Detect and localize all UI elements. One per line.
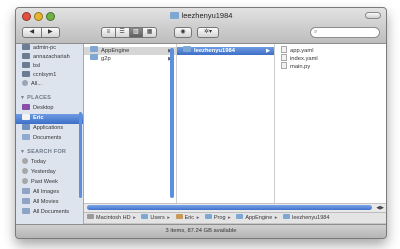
path-bar: Macintosh HD ▸ Users ▸ Eric ▸ Prog ▸ App…: [84, 212, 386, 223]
file-icon: [281, 62, 287, 69]
sidebar: admin-pc annazachariah bsl ccnlsym1 All.…: [16, 44, 84, 226]
path-item-appengine[interactable]: AppEngine: [233, 213, 272, 223]
column-browser: AppEngine▶ g2p▶ leezhenyu1984▶ app.yaml …: [84, 44, 386, 203]
column-appengine: leezhenyu1984 ▶: [177, 44, 275, 203]
action-menu-button[interactable]: ✲▾: [197, 27, 219, 38]
disclosure-triangle-icon: ▼: [20, 149, 26, 155]
search-icon: ⌕: [314, 29, 318, 35]
folder-icon: [90, 46, 98, 53]
coverflow-view-button[interactable]: ▦: [143, 27, 157, 38]
clock-icon: [22, 177, 28, 184]
list-item[interactable]: index.yaml: [275, 54, 386, 63]
scroll-arrows[interactable]: ◀▶: [376, 204, 384, 212]
back-button[interactable]: ◀: [22, 27, 42, 38]
sidebar-item-eric[interactable]: Eric: [22, 113, 44, 123]
column-view-button[interactable]: ▥: [129, 27, 144, 38]
sidebar-item-past-week[interactable]: Past Week: [22, 177, 58, 187]
clock-icon: [22, 157, 28, 164]
path-separator-icon: ▸: [167, 215, 171, 221]
sidebar-item-all-documents[interactable]: All Documents: [22, 207, 69, 217]
column-prog: AppEngine▶ g2p▶: [84, 44, 177, 203]
path-item-prog[interactable]: Prog: [202, 213, 226, 223]
places-header[interactable]: ▼ PLACES: [20, 94, 51, 103]
view-switcher: ≡ ☰ ▥ ▦: [101, 27, 157, 38]
desktop-icon: [22, 103, 30, 110]
path-item-eric[interactable]: Eric: [173, 213, 194, 223]
list-item[interactable]: app.yaml: [275, 46, 386, 55]
home-icon: [22, 113, 30, 120]
icon-view-button[interactable]: ≡: [101, 27, 116, 38]
forward-button[interactable]: ▶: [41, 27, 60, 38]
smart-folder-icon: [22, 207, 30, 214]
hard-drive-icon: [87, 214, 94, 220]
sidebar-scrollbar[interactable]: [79, 112, 82, 198]
folder-icon: [204, 214, 212, 220]
scrollbar-thumb[interactable]: [87, 205, 372, 210]
list-item[interactable]: g2p▶: [84, 54, 176, 63]
disclosure-triangle-icon: ▼: [20, 95, 26, 101]
folder-icon: [169, 11, 179, 19]
applications-icon: [22, 123, 30, 130]
path-separator-icon: ▸: [196, 215, 200, 221]
window-title-text: leezhenyu1984: [181, 11, 233, 20]
sidebar-item-all-movies[interactable]: All Movies: [22, 197, 59, 207]
window-title: leezhenyu1984: [16, 11, 386, 20]
search-input[interactable]: [322, 29, 374, 36]
path-separator-icon: ▸: [274, 215, 278, 221]
folder-icon: [283, 214, 291, 220]
sidebar-item-desktop[interactable]: Desktop: [22, 103, 54, 113]
file-icon: [281, 46, 287, 53]
file-icon: [281, 54, 287, 61]
network-icon: [22, 79, 28, 86]
search-field[interactable]: ⌕: [310, 27, 380, 38]
search-for-header[interactable]: ▼ SEARCH FOR: [20, 148, 66, 157]
finder-window: leezhenyu1984 ◀ ▶ ≡ ☰ ▥ ▦ ◉ ✲▾ ⌕ admin-p…: [15, 7, 387, 239]
folder-icon: [183, 46, 191, 53]
home-icon: [175, 214, 183, 220]
folder-icon: [141, 214, 149, 220]
sidebar-item-admin-pc[interactable]: admin-pc: [22, 44, 56, 53]
folder-icon: [90, 54, 98, 61]
sidebar-item-all[interactable]: All...: [22, 79, 42, 89]
smart-folder-icon: [22, 197, 30, 204]
path-separator-icon: ▸: [133, 215, 136, 221]
sidebar-item-ccnlsym1[interactable]: ccnlsym1: [22, 70, 56, 80]
documents-folder-icon: [22, 133, 30, 140]
list-item[interactable]: leezhenyu1984 ▶: [177, 46, 274, 55]
disclosure-arrow-icon: ▶: [266, 48, 270, 54]
sidebar-item-bsl[interactable]: bsl: [22, 61, 40, 71]
status-bar: 3 items, 87.24 GB available: [16, 224, 386, 238]
path-item-macintosh-hd[interactable]: Macintosh HD: [84, 213, 131, 223]
computer-icon: [22, 70, 30, 77]
computer-icon: [22, 44, 30, 50]
computer-icon: [22, 52, 30, 59]
horizontal-scrollbar[interactable]: ◀▶: [84, 203, 386, 212]
column-scrollbar[interactable]: [170, 48, 174, 198]
path-item-users[interactable]: Users: [138, 213, 165, 223]
sidebar-item-applications[interactable]: Applications: [22, 123, 63, 133]
sidebar-item-annazachariah[interactable]: annazachariah: [22, 52, 70, 62]
path-separator-icon: ▸: [228, 215, 231, 221]
list-view-button[interactable]: ☰: [115, 27, 130, 38]
list-item[interactable]: main.py: [275, 62, 386, 71]
path-item-leezhenyu1984[interactable]: leezhenyu1984: [280, 213, 329, 223]
sidebar-item-documents[interactable]: Documents: [22, 133, 61, 143]
smart-folder-icon: [22, 187, 30, 194]
nav-buttons: ◀ ▶: [22, 27, 60, 38]
clock-icon: [22, 167, 28, 174]
folder-icon: [236, 214, 244, 220]
sidebar-item-all-images[interactable]: All Images: [22, 187, 59, 197]
column-leezhenyu1984: app.yaml index.yaml main.py: [275, 44, 386, 203]
toolbar-toggle-button[interactable]: [365, 12, 381, 19]
quick-look-button[interactable]: ◉: [174, 27, 192, 38]
sidebar-item-today[interactable]: Today: [22, 157, 46, 167]
title-bar: leezhenyu1984 ◀ ▶ ≡ ☰ ▥ ▦ ◉ ✲▾ ⌕: [16, 8, 386, 44]
sidebar-item-yesterday[interactable]: Yesterday: [22, 167, 56, 177]
computer-icon: [22, 61, 30, 68]
